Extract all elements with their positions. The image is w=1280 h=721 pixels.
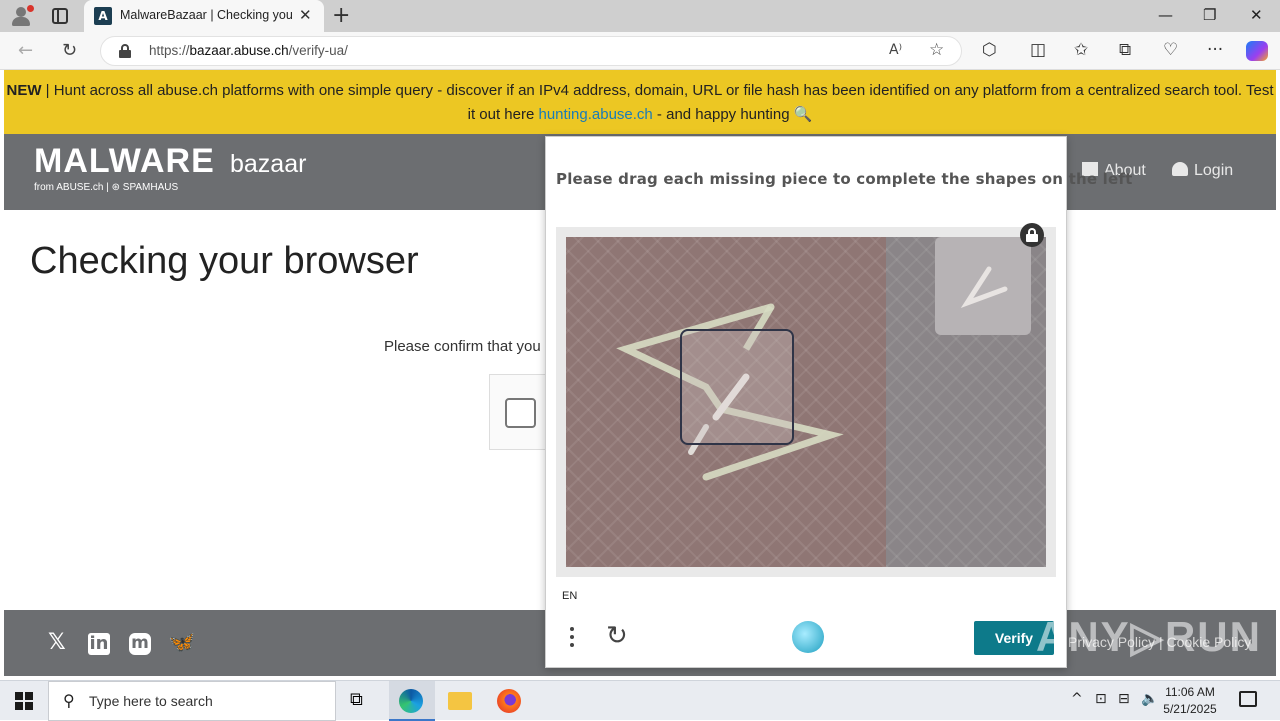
bluesky-icon[interactable]: 🦋 bbox=[168, 630, 195, 655]
settings-more-icon[interactable]: ··· bbox=[1207, 40, 1223, 60]
hunting-link[interactable]: hunting.abuse.ch bbox=[539, 106, 653, 123]
linkedin-icon[interactable]: in bbox=[88, 633, 110, 655]
logo-malware[interactable]: MALWARE bbox=[34, 142, 215, 181]
banner-text-end: - and happy hunting 🔍 bbox=[652, 106, 813, 123]
split-screen-icon[interactable]: ◫ bbox=[1030, 40, 1046, 60]
favorites-icon[interactable]: ✩ bbox=[1074, 40, 1088, 60]
firefox-icon[interactable] bbox=[497, 689, 521, 713]
lock-icon[interactable] bbox=[119, 44, 131, 58]
taskbar-search-placeholder: Type here to search bbox=[89, 693, 213, 709]
search-icon: ⚲ bbox=[63, 691, 75, 710]
url-text: https://bazaar.abuse.ch/verify-ua/ bbox=[149, 43, 348, 58]
clock-date: 5/21/2025 bbox=[1163, 702, 1217, 716]
minimize-button[interactable]: — bbox=[1158, 6, 1173, 24]
captcha-puzzle-image[interactable] bbox=[566, 237, 1046, 567]
logo-bazaar[interactable]: bazaar bbox=[230, 150, 306, 179]
tray-device-icon[interactable]: ⊡ bbox=[1095, 691, 1107, 707]
announcement-banner: NEW | Hunt across all abuse.ch platforms… bbox=[4, 70, 1276, 134]
system-clock[interactable]: 11:06 AM 5/21/2025 bbox=[1160, 684, 1220, 718]
volume-icon[interactable]: 🔈 bbox=[1141, 691, 1158, 707]
tab-close-icon[interactable]: ✕ bbox=[299, 6, 312, 24]
taskbar-search-box[interactable]: ⚲ Type here to search bbox=[48, 681, 336, 721]
captcha-challenge-dialog: Please drag each missing piece to comple… bbox=[545, 136, 1132, 668]
windows-taskbar: ⚲ Type here to search ⧉ ^ ⊡ ⊟ 🔈 11:06 AM… bbox=[0, 680, 1280, 721]
hcaptcha-logo-icon[interactable] bbox=[792, 621, 824, 653]
extensions-icon[interactable]: ⬡ bbox=[982, 40, 997, 60]
captcha-prompt: Please drag each missing piece to comple… bbox=[556, 170, 1133, 188]
restore-button[interactable]: ❐ bbox=[1203, 6, 1216, 24]
lightning-shape-icon bbox=[616, 303, 844, 481]
copilot-icon[interactable] bbox=[1246, 41, 1268, 61]
browser-tab-malwarebazaar[interactable]: A MalwareBazaar | Checking your b ✕ bbox=[84, 0, 324, 32]
user-icon bbox=[1172, 162, 1188, 176]
page-title: Checking your browser bbox=[30, 240, 419, 282]
window-close-button[interactable]: ✕ bbox=[1250, 6, 1263, 24]
windows-start-icon[interactable] bbox=[15, 692, 33, 710]
profile-icon[interactable] bbox=[10, 5, 34, 27]
captcha-lock-icon bbox=[1020, 223, 1044, 247]
collections-icon[interactable]: ⧉ bbox=[1119, 40, 1131, 60]
captcha-refresh-icon[interactable]: ↻ bbox=[606, 621, 628, 651]
back-arrow-icon[interactable]: ← bbox=[18, 40, 33, 61]
anyrun-watermark: ANY▷RUN bbox=[1036, 613, 1262, 660]
favorite-star-icon[interactable]: ☆ bbox=[929, 40, 944, 60]
x-twitter-icon[interactable]: 𝕏 bbox=[48, 630, 66, 655]
browser-essentials-icon[interactable]: ♡ bbox=[1163, 40, 1178, 60]
nav-login[interactable]: Login bbox=[1172, 162, 1233, 180]
draggable-puzzle-piece[interactable] bbox=[680, 329, 794, 445]
human-checkbox[interactable] bbox=[505, 398, 536, 428]
tab-actions-icon[interactable] bbox=[52, 8, 68, 24]
captcha-widget bbox=[489, 374, 549, 450]
read-aloud-icon[interactable]: A⁾ bbox=[889, 42, 902, 58]
logo-from-abuse-spamhaus: from ABUSE.ch | ⊛ SPAMHAUS bbox=[34, 182, 179, 193]
banner-new-label: NEW bbox=[6, 82, 42, 99]
notification-icon[interactable] bbox=[1239, 691, 1257, 707]
file-explorer-icon[interactable] bbox=[448, 692, 472, 710]
network-icon[interactable]: ⊟ bbox=[1118, 691, 1130, 707]
new-tab-button[interactable]: + bbox=[332, 3, 350, 28]
browser-tab-bar: A MalwareBazaar | Checking your b ✕ + — … bbox=[0, 0, 1280, 32]
url-field[interactable]: https://bazaar.abuse.ch/verify-ua/ A⁾ ☆ bbox=[100, 36, 962, 66]
tab-title: MalwareBazaar | Checking your b bbox=[120, 8, 292, 22]
refresh-icon[interactable]: ↻ bbox=[62, 40, 77, 61]
clock-time: 11:06 AM bbox=[1165, 685, 1215, 699]
task-view-icon[interactable]: ⧉ bbox=[350, 689, 374, 713]
edge-browser-icon[interactable] bbox=[399, 689, 423, 713]
mastodon-icon[interactable]: m bbox=[129, 633, 151, 655]
captcha-menu-icon[interactable] bbox=[570, 625, 576, 649]
confirm-human-text: Please confirm that you are human bbox=[384, 338, 546, 355]
language-selector[interactable]: EN bbox=[562, 590, 577, 602]
tray-overflow-icon[interactable]: ^ bbox=[1071, 691, 1083, 707]
malwarebazaar-favicon: A bbox=[94, 7, 112, 25]
